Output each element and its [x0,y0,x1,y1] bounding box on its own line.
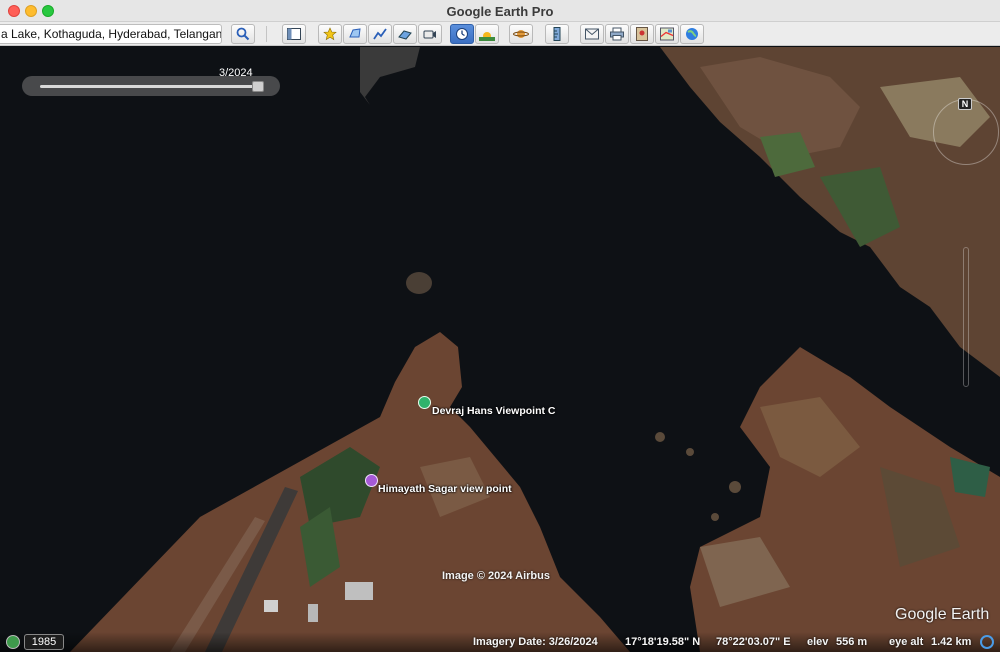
sidebar-icon [287,28,301,40]
google-earth-window: Google Earth Pro a Lake, Kothaguda, Hyde… [0,0,1000,652]
toolbar: a Lake, Kothaguda, Hyderabad, Telangana [0,22,1000,46]
status-bar: Imagery Date: 3/26/2024 17°18'19.58" N 7… [0,632,1000,652]
window-title: Google Earth Pro [446,4,554,19]
ruler-button[interactable] [545,24,569,44]
zoom-slider[interactable] [963,247,969,387]
add-placemark-button[interactable] [318,24,342,44]
placemark-camera-pin-icon[interactable] [365,474,378,487]
add-path-button[interactable] [368,24,392,44]
time-slider-track[interactable] [40,85,262,88]
streaming-globe-icon [980,635,994,649]
record-tour-button[interactable] [418,24,442,44]
google-earth-logo: Google Earth [895,606,990,623]
search-button[interactable] [231,24,255,44]
historical-imagery-button[interactable] [450,24,474,44]
map-icon [660,27,674,41]
north-indicator[interactable]: N [958,98,972,110]
planets-button[interactable] [509,24,533,44]
imagery-year-box: 1985 [24,634,64,650]
print-button[interactable] [605,24,629,44]
pushpin-icon [323,27,337,41]
map-viewport[interactable]: N [0,47,1000,652]
placemark-label[interactable]: Devraj Hans Viewpoint C [432,405,556,417]
magnifier-icon [236,27,250,41]
placemark-label[interactable]: Himayath Sagar view point [378,483,512,495]
satellite-imagery [0,47,1000,652]
maps-button[interactable] [655,24,679,44]
path-icon [373,28,387,40]
envelope-icon [585,28,599,40]
search-input[interactable]: a Lake, Kothaguda, Hyderabad, Telangana [0,24,222,44]
save-image-button[interactable] [630,24,654,44]
imagery-copyright: Image © 2024 Airbus [442,570,550,582]
elevation-value: 556 m [836,636,868,648]
time-slider[interactable] [22,76,280,96]
sidebar-toggle-button[interactable] [282,24,306,44]
camera-icon [636,27,648,41]
time-slider-handle[interactable] [252,81,264,92]
image-overlay-icon [398,30,412,40]
add-polygon-button[interactable] [343,24,367,44]
latitude-readout: 17°18'19.58" N [625,636,701,648]
sunlight-button[interactable] [475,24,499,44]
elevation-label: elev [807,636,829,648]
time-slider-date: 3/2024 [219,67,253,79]
polygon-icon [349,28,361,38]
tour-icon [423,30,436,39]
clock-icon [456,28,468,40]
email-button[interactable] [580,24,604,44]
ruler-icon [553,27,561,41]
historical-imagery-icon[interactable] [6,635,20,649]
toolbar-separator [266,26,267,42]
eye-altitude-value: 1.42 km [931,636,972,648]
placemark-pin-icon[interactable] [418,396,431,409]
title-bar: Google Earth Pro [0,0,1000,22]
earth-view-button[interactable] [680,24,704,44]
planet-icon [513,30,529,38]
sun-icon [479,32,495,41]
globe-icon [686,28,698,40]
longitude-readout: 78°22'03.07" E [716,636,791,648]
printer-icon [610,27,624,41]
add-overlay-button[interactable] [393,24,417,44]
imagery-date: Imagery Date: 3/26/2024 [473,636,598,648]
eye-altitude-label: eye alt [889,636,924,648]
